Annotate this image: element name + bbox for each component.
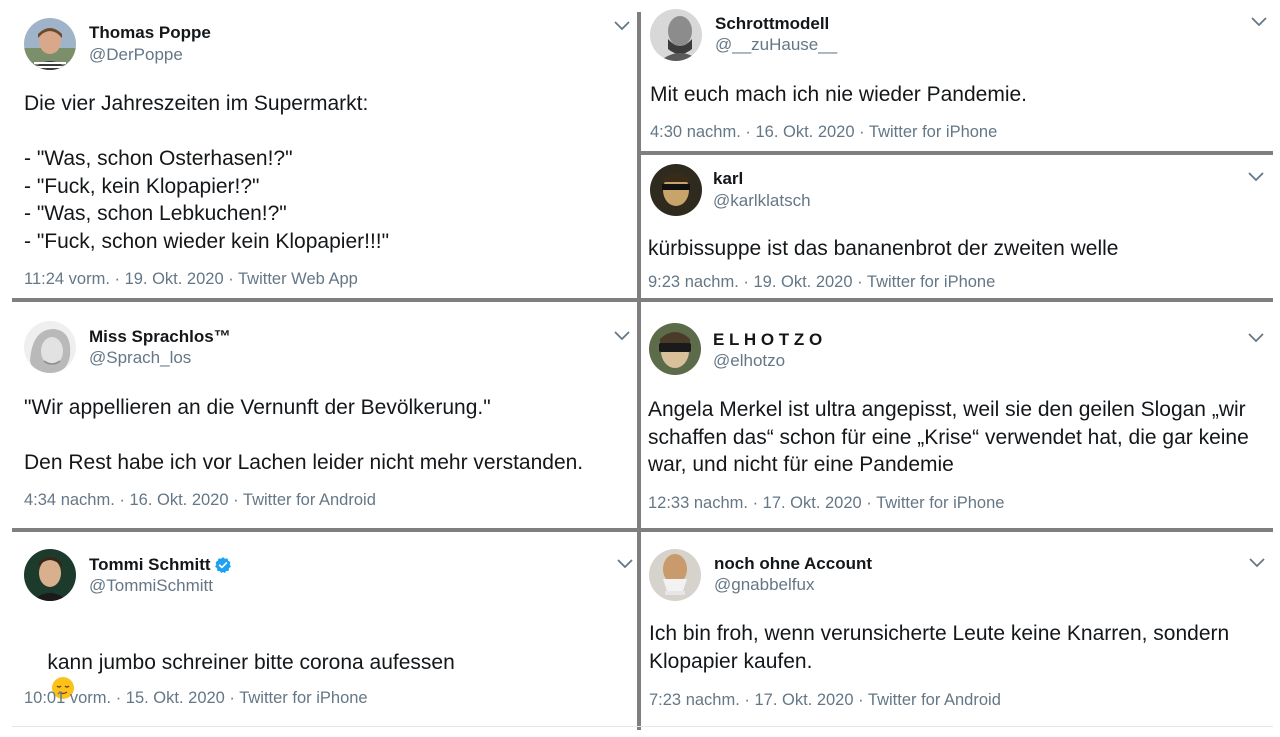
tweet-card[interactable]: E L H O T Z O @elhotzo Angela Merkel ist… [641, 302, 1273, 528]
user-handle[interactable]: @__zuHause__ [715, 35, 837, 55]
chevron-down-icon[interactable] [613, 328, 631, 342]
user-handle[interactable]: @gnabbelfux [714, 575, 814, 595]
display-name[interactable]: Thomas Poppe [89, 23, 211, 43]
display-name-text[interactable]: Tommi Schmitt [89, 555, 211, 575]
chevron-down-icon[interactable] [1250, 14, 1268, 28]
tweet-card[interactable]: Thomas Poppe @DerPoppe Die vier Jahresze… [12, 0, 637, 298]
avatar[interactable] [649, 549, 701, 601]
display-name[interactable]: E L H O T Z O [713, 330, 822, 350]
avatar[interactable] [650, 9, 702, 61]
display-name[interactable]: Tommi Schmitt [89, 555, 232, 575]
display-name[interactable]: Miss Sprachlos™ [89, 327, 231, 347]
user-handle[interactable]: @karlklatsch [713, 191, 811, 211]
avatar[interactable] [650, 164, 702, 216]
avatar[interactable] [24, 549, 76, 601]
user-handle[interactable]: @Sprach_los [89, 348, 191, 368]
tweet-meta[interactable]: 9:23 nachm. · 19. Okt. 2020 · Twitter fo… [648, 273, 995, 292]
chevron-down-icon[interactable] [1247, 330, 1265, 344]
tweet-meta[interactable]: 7:23 nachm. · 17. Okt. 2020 · Twitter fo… [649, 691, 1001, 710]
tweet-text: kann jumbo schreiner bitte corona aufess… [24, 621, 455, 731]
tweet-text: Die vier Jahreszeiten im Supermarkt: - "… [24, 92, 390, 253]
avatar[interactable] [24, 321, 76, 373]
display-name[interactable]: Schrottmodell [715, 14, 829, 34]
chevron-down-icon[interactable] [1248, 555, 1266, 569]
tweet-meta[interactable]: 10:01 vorm. · 15. Okt. 2020 · Twitter fo… [24, 689, 368, 708]
chevron-down-icon[interactable] [1247, 169, 1265, 183]
tweet-text: Angela Merkel ist ultra angepisst, weil … [648, 398, 1249, 476]
tweet-meta[interactable]: 4:30 nachm. · 16. Okt. 2020 · Twitter fo… [650, 123, 997, 142]
verified-badge-icon [214, 557, 231, 574]
tweet-meta[interactable]: 11:24 vorm. · 19. Okt. 2020 · Twitter We… [24, 270, 358, 289]
tweet-meta[interactable]: 12:33 nachm. · 17. Okt. 2020 · Twitter f… [648, 494, 1004, 513]
chevron-down-icon[interactable] [613, 18, 631, 32]
tweet-text-content: kann jumbo schreiner bitte corona aufess… [47, 650, 455, 674]
tweet-card[interactable]: Tommi Schmitt @TommiSchmitt kann jumbo s… [12, 532, 637, 726]
tweet-card[interactable]: Schrottmodell @__zuHause__ Mit euch mach… [641, 0, 1273, 151]
display-name[interactable]: karl [713, 169, 743, 189]
tweet-text: Mit euch mach ich nie wieder Pandemie. [650, 83, 1028, 106]
avatar[interactable] [24, 18, 76, 70]
user-handle[interactable]: @TommiSchmitt [89, 576, 213, 596]
tweet-text: "Wir appellieren an die Vernunft der Bev… [24, 396, 584, 474]
tweet-card[interactable]: Miss Sprachlos™ @Sprach_los "Wir appelli… [12, 302, 637, 528]
user-handle[interactable]: @DerPoppe [89, 45, 183, 65]
user-handle[interactable]: @elhotzo [713, 351, 785, 371]
tweet-meta[interactable]: 4:34 nachm. · 16. Okt. 2020 · Twitter fo… [24, 491, 376, 510]
tweet-card[interactable]: karl @karlklatsch kürbissuppe ist das ba… [641, 155, 1273, 298]
tweet-text: kürbissuppe ist das bananenbrot der zwei… [648, 237, 1119, 260]
tweet-text: Ich bin froh, wenn verunsicherte Leute k… [649, 622, 1230, 673]
tweet-card[interactable]: noch ohne Account @gnabbelfux Ich bin fr… [641, 532, 1273, 726]
display-name[interactable]: noch ohne Account [714, 554, 872, 574]
chevron-down-icon[interactable] [616, 556, 634, 570]
avatar[interactable] [649, 323, 701, 375]
